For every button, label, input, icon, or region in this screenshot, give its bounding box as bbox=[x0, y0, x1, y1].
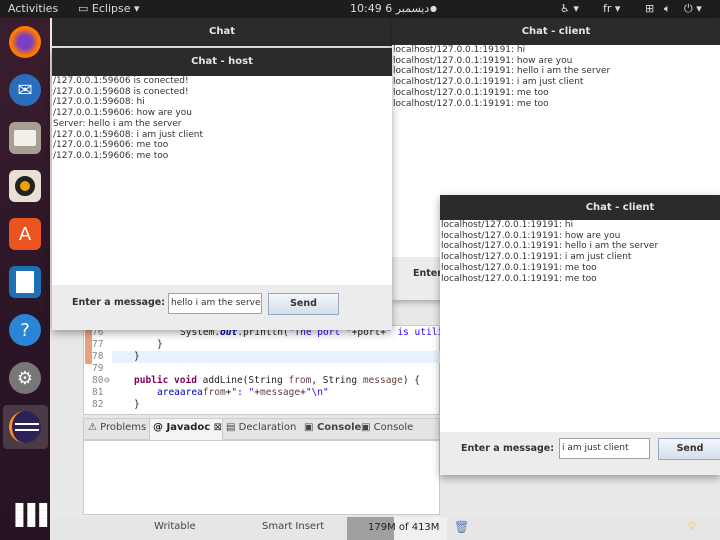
power-icon[interactable]: ⏻ ▾ bbox=[684, 2, 702, 16]
chat-line: localhost/127.0.0.1:19191: me too bbox=[393, 98, 549, 109]
files-icon[interactable] bbox=[9, 122, 41, 154]
chat-line: /127.0.0.1:59608: hi bbox=[53, 97, 145, 108]
chat-line: localhost/127.0.0.1:19191: how are you bbox=[393, 55, 573, 66]
chat-line: /127.0.0.1:59606: me too bbox=[53, 140, 169, 151]
writer-icon[interactable] bbox=[9, 266, 41, 298]
javadoc-view bbox=[83, 440, 440, 515]
line-number: 80 bbox=[92, 375, 104, 386]
chat-line: /127.0.0.1:59606: how are you bbox=[53, 108, 192, 119]
chat-line: localhost/127.0.0.1:19191: i am just cli… bbox=[393, 77, 584, 88]
trash-icon[interactable]: 🗑︎ bbox=[454, 520, 469, 534]
language-label: fr bbox=[603, 2, 612, 15]
rhythmbox-icon[interactable] bbox=[9, 170, 41, 202]
app-menu[interactable]: ▭ Eclipse ▾ bbox=[78, 2, 140, 15]
message-label: Enter a message: bbox=[461, 443, 555, 454]
chat-line: Server: hello i am the server bbox=[53, 118, 182, 129]
code-line: } bbox=[157, 339, 163, 350]
insert-mode-status: Smart Insert bbox=[262, 521, 325, 532]
code-line: } bbox=[134, 399, 140, 410]
line-number: 78 bbox=[92, 351, 104, 362]
chat-window: Chat bbox=[52, 18, 392, 46]
chat-line: localhost/127.0.0.1:19191: me too bbox=[441, 273, 597, 284]
fold-icon[interactable]: ⊖ bbox=[104, 375, 110, 387]
language-menu[interactable]: fr ▾ bbox=[603, 2, 620, 15]
chat-line: localhost/127.0.0.1:19191: hi bbox=[441, 220, 574, 230]
accessibility-icon[interactable]: ♿ ▾ bbox=[560, 2, 579, 15]
host-window: Chat - host /127.0.0.1:59606 is conected… bbox=[52, 48, 392, 330]
notification-dot-icon: ● bbox=[430, 4, 437, 13]
tab-problems[interactable]: ⚠ Problems bbox=[88, 422, 146, 433]
volume-icon[interactable]: 🔈︎ bbox=[664, 2, 671, 16]
message-label: Enter bbox=[413, 268, 442, 279]
send-button[interactable]: Send bbox=[268, 293, 339, 315]
window-title[interactable]: Chat bbox=[52, 18, 392, 46]
message-input[interactable]: hello i am the server bbox=[168, 293, 262, 314]
chat-line: localhost/127.0.0.1:19191: hi bbox=[393, 45, 526, 55]
firefox-icon[interactable] bbox=[9, 26, 41, 58]
clock[interactable]: 10:49 6 ديسمبر bbox=[350, 2, 429, 15]
writable-status: Writable bbox=[154, 521, 196, 532]
chat-line: localhost/127.0.0.1:19191: how are you bbox=[441, 230, 621, 241]
memory-status: 179M of 413M bbox=[368, 522, 440, 533]
message-label: Enter a message: bbox=[72, 297, 166, 308]
client-window: Chat - client localhost/127.0.0.1:19191:… bbox=[440, 195, 720, 475]
chat-line: /127.0.0.1:59606 is conected! bbox=[53, 76, 189, 86]
line-number: 81 bbox=[92, 387, 104, 398]
chat-line: /127.0.0.1:59608 is conected! bbox=[53, 86, 189, 97]
send-button[interactable]: Send bbox=[658, 438, 720, 460]
window-title[interactable]: Chat - client bbox=[440, 195, 720, 220]
chat-line: /127.0.0.1:59606: me too bbox=[53, 150, 169, 161]
app-name: Eclipse bbox=[91, 2, 131, 15]
software-icon[interactable]: A bbox=[9, 218, 41, 250]
chat-log[interactable]: localhost/127.0.0.1:19191: hi localhost/1… bbox=[440, 220, 720, 432]
window-title[interactable]: Chat - host bbox=[52, 48, 392, 76]
message-input[interactable]: i am just client bbox=[559, 438, 650, 459]
tab-javadoc[interactable]: @ Javadoc ⊠ bbox=[153, 422, 222, 433]
activities-button[interactable]: Activities bbox=[8, 2, 58, 15]
code-line: } bbox=[134, 351, 140, 362]
thunderbird-icon[interactable]: ✉ bbox=[9, 74, 41, 106]
line-number: 79 bbox=[92, 363, 104, 374]
tab-declaration[interactable]: ▤ Declaration bbox=[226, 422, 296, 433]
chat-line: localhost/127.0.0.1:19191: i am just cli… bbox=[441, 252, 632, 263]
views-tab-bar: ⚠ Problems @ Javadoc ⊠ ▤ Declaration ▣ C… bbox=[83, 418, 440, 440]
chat-line: localhost/127.0.0.1:19191: hello i am th… bbox=[441, 241, 659, 252]
chat-line: localhost/127.0.0.1:19191: me too bbox=[441, 262, 597, 273]
top-bar: Activities ▭ Eclipse ▾ 10:49 6 ديسمبر ● … bbox=[0, 0, 720, 18]
chat-line: /127.0.0.1:59608: i am just client bbox=[53, 129, 204, 140]
chat-line: localhost/127.0.0.1:19191: me too bbox=[393, 87, 549, 98]
status-bar: Writable Smart Insert 179M of 413M 🗑︎ 💡︎ bbox=[50, 517, 720, 540]
code-line: areaareafrom+": "+message+"\n" bbox=[157, 387, 329, 398]
close-icon: ⊠ bbox=[213, 422, 223, 433]
code-line: public void addLine(String from, String … bbox=[134, 375, 421, 386]
window-title[interactable]: Chat - client bbox=[392, 18, 720, 45]
tab-console-2[interactable]: ▣ Console bbox=[361, 422, 413, 433]
tab-console-1[interactable]: ▣ Console bbox=[304, 422, 361, 433]
line-number: 77 bbox=[92, 339, 104, 350]
chat-line: localhost/127.0.0.1:19191: hello i am th… bbox=[393, 66, 611, 77]
chat-log[interactable]: /127.0.0.1:59606 is conected!/127.0.0.1:… bbox=[52, 76, 392, 285]
lightbulb-icon[interactable]: 💡︎ bbox=[688, 520, 696, 534]
line-number: 82 bbox=[92, 399, 104, 410]
network-icon[interactable]: ⊞ bbox=[645, 2, 654, 15]
